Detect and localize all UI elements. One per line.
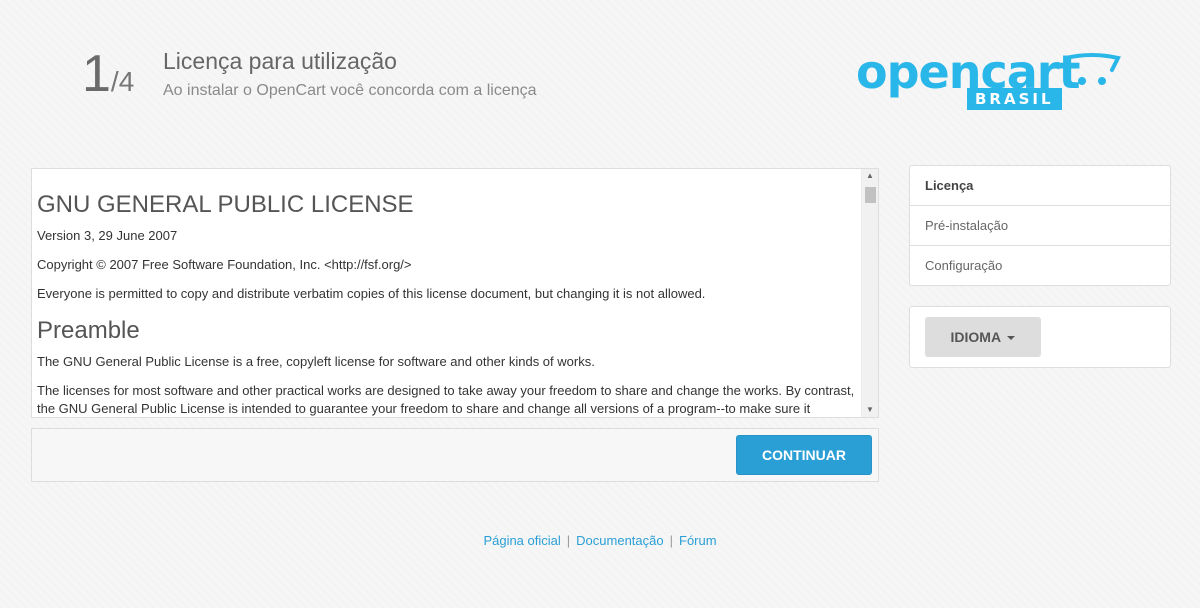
language-dropdown-button[interactable]: IDIOMA bbox=[925, 317, 1041, 357]
logo-subtitle: BRASIL bbox=[967, 88, 1062, 110]
step-indicator: 1/4 bbox=[82, 48, 134, 100]
preamble-heading: Preamble bbox=[37, 317, 140, 344]
footer: Página oficial | Documentação | Fórum bbox=[0, 533, 1200, 548]
cart-icon bbox=[1064, 53, 1121, 85]
step-current: 1 bbox=[82, 45, 111, 103]
footer-separator: | bbox=[566, 533, 571, 548]
forum-link[interactable]: Fórum bbox=[679, 533, 717, 548]
preamble-paragraph-2: The licenses for most software and other… bbox=[37, 383, 855, 416]
license-heading: GNU GENERAL PUBLIC LICENSE bbox=[37, 191, 414, 218]
license-copyright: Copyright © 2007 Free Software Foundatio… bbox=[37, 257, 412, 272]
step-item-configuration[interactable]: Configuração bbox=[910, 246, 1170, 286]
scroll-up-arrow-icon[interactable]: ▲ bbox=[862, 169, 878, 183]
license-version: Version 3, 29 June 2007 bbox=[37, 228, 178, 243]
license-textbox[interactable]: GNU GENERAL PUBLIC LICENSE Version 3, 29… bbox=[31, 168, 879, 418]
official-page-link[interactable]: Página oficial bbox=[483, 533, 560, 548]
footer-separator: | bbox=[669, 533, 673, 548]
scroll-down-arrow-icon[interactable]: ▼ bbox=[862, 403, 878, 417]
opencart-logo: opencart BRASIL bbox=[852, 44, 1122, 114]
license-permission: Everyone is permitted to copy and distri… bbox=[37, 286, 706, 301]
header: 1/4 Licença para utilização Ao instalar … bbox=[0, 0, 1200, 140]
action-bar: CONTINUAR bbox=[31, 428, 879, 482]
steps-panel: Licença Pré-instalação Configuração bbox=[909, 165, 1171, 286]
scroll-thumb[interactable] bbox=[865, 187, 876, 203]
language-label: IDIOMA bbox=[950, 329, 1001, 345]
step-item-license[interactable]: Licença bbox=[910, 166, 1170, 206]
step-total: /4 bbox=[110, 66, 135, 97]
preamble-paragraph-1: The GNU General Public License is a free… bbox=[37, 354, 595, 369]
continue-button[interactable]: CONTINUAR bbox=[736, 435, 872, 475]
page-title: Licença para utilização bbox=[163, 48, 397, 74]
documentation-link[interactable]: Documentação bbox=[576, 533, 663, 548]
step-item-pre-install[interactable]: Pré-instalação bbox=[910, 206, 1170, 246]
license-scrollbar[interactable]: ▲ ▼ bbox=[861, 169, 878, 417]
caret-down-icon bbox=[1007, 336, 1016, 341]
language-panel: IDIOMA bbox=[909, 306, 1171, 368]
page-subtitle: Ao instalar o OpenCart você concorda com… bbox=[163, 82, 537, 99]
license-content: GNU GENERAL PUBLIC LICENSE Version 3, 29… bbox=[37, 169, 857, 417]
